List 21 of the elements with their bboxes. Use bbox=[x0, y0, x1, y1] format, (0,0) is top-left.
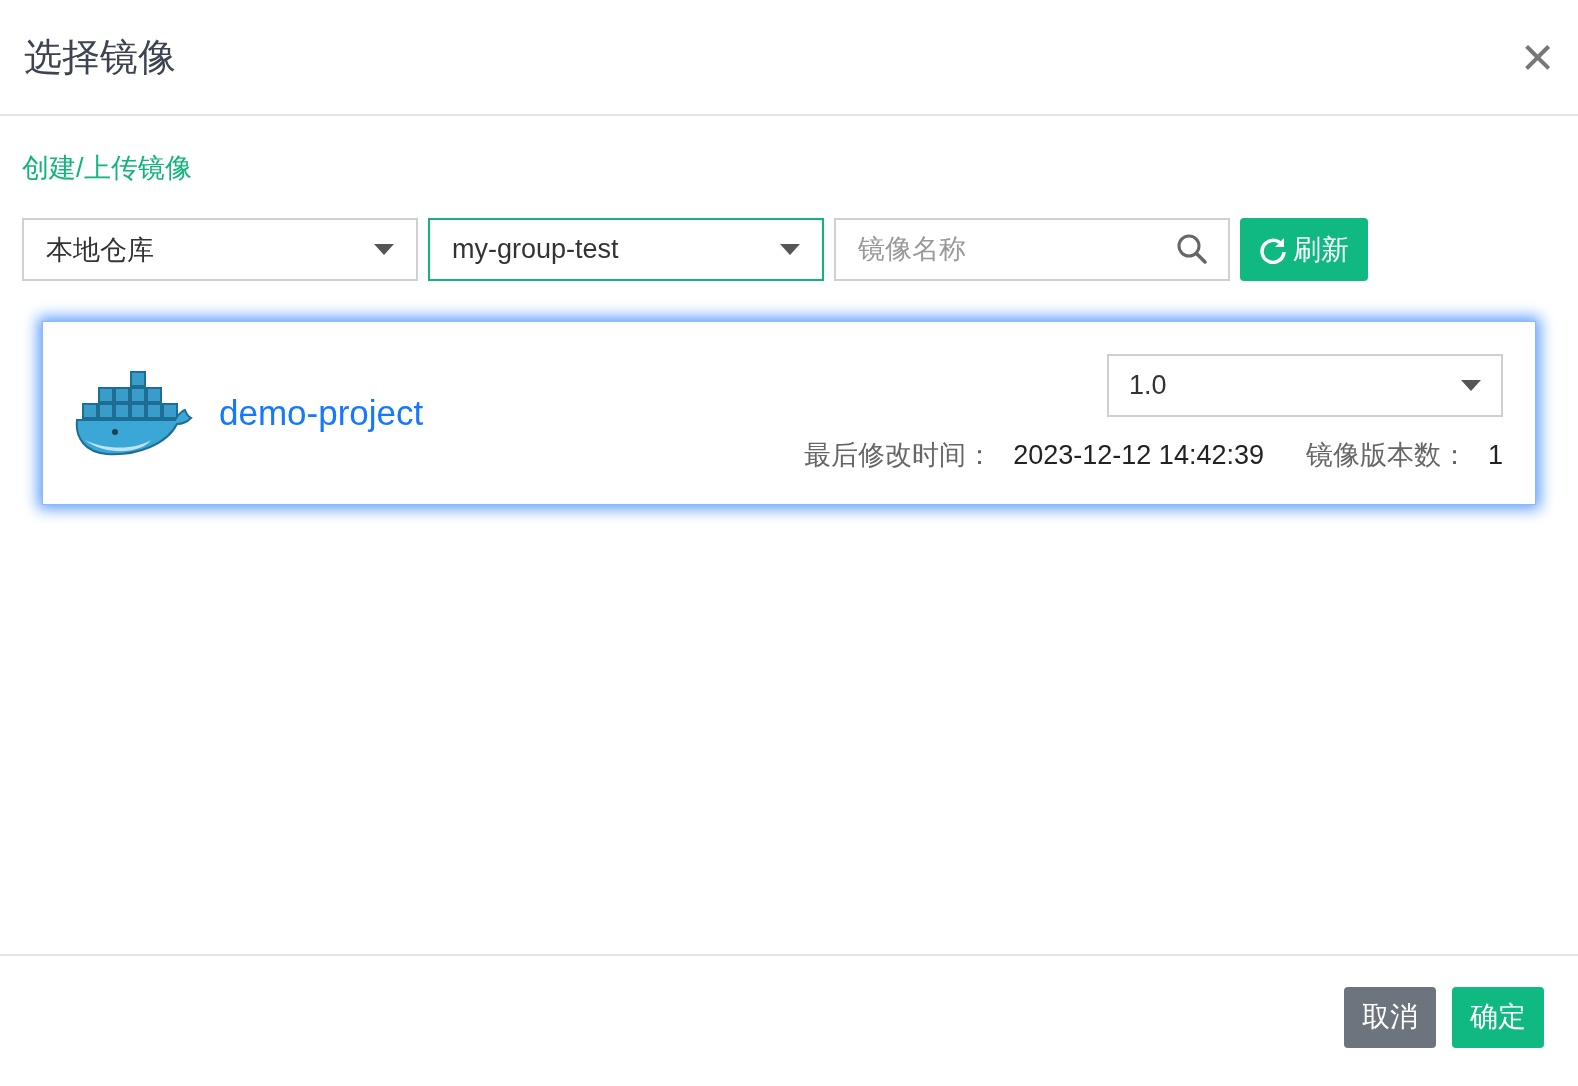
dropdown-field[interactable]: my-group-test bbox=[428, 218, 824, 281]
version-count-label: 镜像版本数： bbox=[1305, 438, 1468, 472]
confirm-button[interactable]: 确定 bbox=[1452, 986, 1544, 1048]
version-count-value: 1 bbox=[1487, 439, 1503, 471]
caret-icon bbox=[1461, 379, 1481, 391]
modified-value: 2023-12-12 14:42:39 bbox=[1013, 439, 1264, 471]
close-button[interactable]: × bbox=[1521, 29, 1554, 85]
image-name-link[interactable]: demo-project bbox=[219, 393, 424, 433]
dropdown-field[interactable]: 本地仓库 bbox=[22, 218, 418, 281]
create-upload-link[interactable]: 创建/上传镜像 bbox=[22, 150, 192, 186]
dialog-title: 选择镜像 bbox=[24, 34, 176, 80]
caret-icon bbox=[374, 244, 394, 255]
modified-label: 最后修改时间： bbox=[804, 438, 994, 472]
refresh-button[interactable]: 刷新 bbox=[1240, 218, 1368, 281]
version-dropdown[interactable]: 1.0 bbox=[1107, 353, 1503, 417]
search-field[interactable]: 镜像名称 bbox=[834, 218, 1230, 281]
search-icon bbox=[1176, 233, 1208, 265]
cancel-button[interactable]: 取消 bbox=[1344, 986, 1436, 1048]
caret-icon bbox=[780, 244, 800, 255]
image-card[interactable]: demo-project 1.0 最后修改时间： 2023-12-12 14:42:39 镜像版本数： 1 bbox=[42, 321, 1536, 505]
whale-icon bbox=[75, 368, 193, 458]
